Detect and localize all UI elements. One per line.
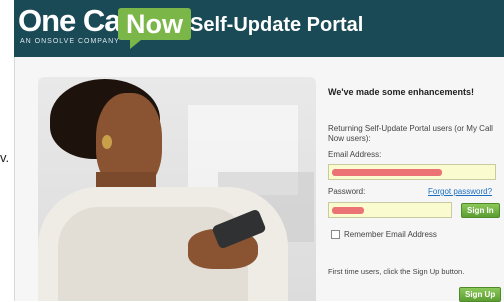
- remember-email-label: Remember Email Address: [344, 230, 437, 239]
- sign-up-button[interactable]: Sign Up: [459, 287, 502, 302]
- redacted-value-mark: [332, 207, 364, 214]
- returning-users-text: Returning Self-Update Portal users (or M…: [328, 124, 493, 143]
- password-field[interactable]: [328, 202, 452, 218]
- enhancements-heading: We've made some enhancements!: [328, 87, 475, 97]
- logo-now-badge: Now: [118, 8, 191, 40]
- photo-earring-shape: [102, 135, 112, 149]
- redacted-value-mark: [332, 169, 442, 176]
- email-field[interactable]: [328, 164, 496, 180]
- page-edge: v.: [0, 0, 14, 301]
- portal-header: One Call Now AN ONSOLVE COMPANY Self-Upd…: [14, 0, 504, 57]
- password-label: Password:: [328, 187, 366, 196]
- first-time-users-text: First time users, click the Sign Up butt…: [328, 267, 465, 276]
- edge-text: v.: [0, 150, 10, 165]
- logo-speech-tail-icon: [130, 40, 141, 49]
- forgot-password-link[interactable]: Forgot password?: [428, 187, 492, 196]
- email-label: Email Address:: [328, 150, 382, 159]
- hero-photo: [38, 77, 316, 301]
- sign-in-button[interactable]: Sign In: [461, 203, 500, 218]
- remember-email-checkbox[interactable]: [331, 230, 340, 239]
- page-title: Self-Update Portal: [190, 14, 364, 36]
- logo-tagline: AN ONSOLVE COMPANY: [20, 38, 120, 45]
